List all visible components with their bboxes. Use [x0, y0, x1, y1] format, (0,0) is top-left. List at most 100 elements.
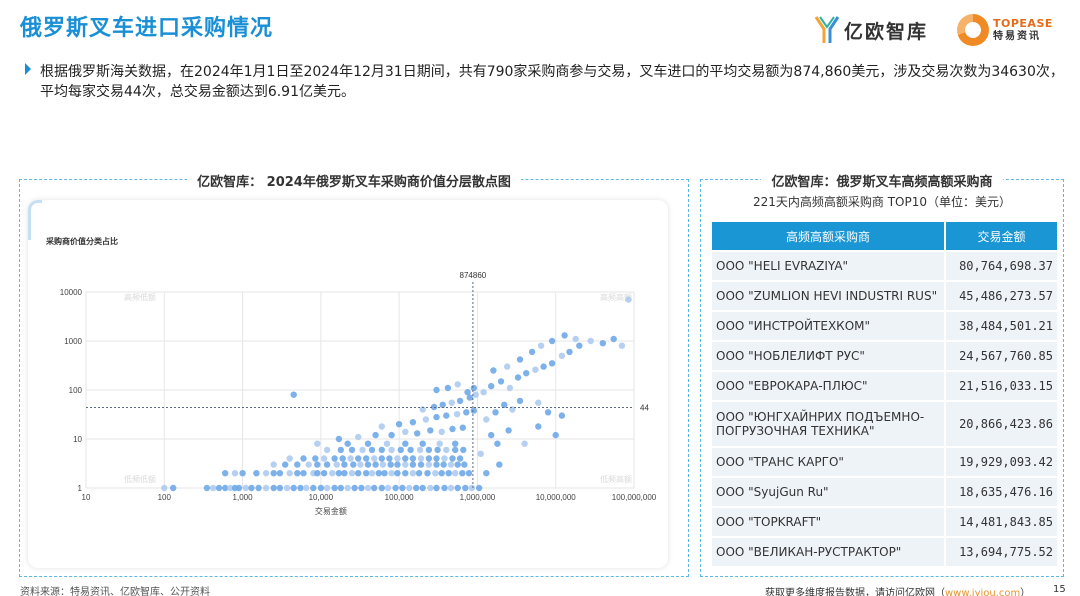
header-buyer: 高频高额采购商 [712, 222, 946, 250]
scatter-point [447, 461, 455, 468]
topease-logo: TOPEASE 特易资讯 [957, 14, 1053, 46]
scatter-point [323, 461, 331, 468]
top-buyers-subtitle: 221天内高频高额采购商 TOP10（单位：美元） [752, 195, 1011, 209]
scatter-point [203, 484, 211, 492]
scatter-point [552, 431, 559, 439]
scatter-point [347, 455, 354, 462]
topease-logo-en: TOPEASE [993, 17, 1053, 31]
scatter-point [460, 446, 467, 454]
scatter-point [270, 484, 277, 492]
scatter-point [383, 440, 391, 447]
scatter-point [222, 470, 229, 477]
scatter-point [468, 484, 476, 492]
scatter-point [270, 461, 277, 468]
scatter-point [425, 461, 433, 468]
scatter-point [368, 446, 376, 454]
scatter-point [470, 384, 477, 392]
quadrant-label-bottom-left: 低频低额 [124, 474, 156, 484]
scatter-point [445, 470, 452, 477]
scatter-point [282, 461, 289, 468]
scatter-point [417, 461, 425, 468]
scatter-point [209, 484, 217, 492]
scatter-point [314, 461, 321, 468]
scatter-point [290, 484, 297, 492]
scatter-point [344, 440, 351, 447]
scatter-point [625, 296, 632, 303]
scatter-point [566, 348, 573, 356]
scatter-point [438, 470, 445, 477]
scatter-point [464, 389, 471, 396]
scatter-point [537, 342, 545, 349]
scatter-point [402, 428, 409, 435]
buyer-amount: 80,764,698.37 [946, 252, 1057, 280]
scatter-point [170, 484, 177, 492]
scatter-point [506, 384, 514, 392]
yiou-logo-text: 亿欧智库 [844, 20, 929, 43]
scatter-point [372, 461, 379, 468]
scatter-point [348, 470, 356, 477]
scatter-point [427, 427, 434, 434]
scatter-point [320, 455, 328, 462]
table-row: OOO "HELI EVRAZIYA" 80,764,698.37 [712, 252, 1057, 280]
scatter-point [528, 348, 536, 356]
scatter-point [341, 461, 348, 468]
scatter-point [402, 461, 409, 468]
scatter-point [406, 484, 413, 492]
scatter-point [303, 484, 310, 492]
scatter-point [388, 470, 395, 477]
scatter-point [443, 412, 450, 419]
buyer-amount: 38,484,501.21 [946, 312, 1057, 340]
scatter-point [384, 484, 392, 492]
scatter-point [394, 461, 401, 468]
scatter-point [576, 342, 583, 349]
scatter-point [558, 352, 566, 359]
scatter-point [454, 381, 461, 388]
scatter-point [477, 450, 484, 457]
scatter-point [317, 484, 325, 492]
scatter-point [364, 484, 372, 492]
scatter-point [419, 440, 426, 447]
scatter-point [587, 337, 594, 345]
scatter-point [443, 446, 450, 454]
buyer-amount: 14,481,843.85 [946, 508, 1057, 536]
scatter-point [433, 413, 440, 421]
scatter-point [409, 419, 417, 426]
table-row: OOO "TOPKRAFT" 14,481,843.85 [712, 508, 1057, 536]
scatter-point [235, 484, 243, 492]
scatter-point [378, 446, 385, 454]
scatter-point [351, 484, 358, 492]
scatter-point [392, 484, 399, 492]
scatter-point [409, 461, 417, 468]
scatter-point [561, 332, 568, 339]
scatter-point [341, 470, 348, 477]
scatter-point [475, 484, 483, 492]
scatter-point [422, 416, 430, 423]
page-number: 15 [1053, 584, 1066, 595]
scatter-point [504, 363, 511, 370]
scatter-point [494, 440, 501, 447]
scatter-point [290, 391, 297, 398]
scatter-point [262, 484, 270, 492]
scatter-point [416, 446, 424, 454]
x-axis-label: 交易金额 [315, 506, 347, 516]
scatter-point [461, 461, 468, 468]
scatter-point [514, 374, 522, 381]
scatter-point [427, 484, 434, 492]
scatter-point [453, 411, 461, 418]
table-row: OOO "ZUMLION HEVI INDUSTRI RUS" 45,486,27… [712, 282, 1057, 310]
scatter-point [433, 455, 440, 462]
scatter-point [558, 412, 566, 419]
scatter-point [286, 455, 293, 462]
scatter-point [329, 470, 336, 477]
footer-link[interactable]: www.iyiou.com [945, 588, 1020, 596]
scatter-point [415, 470, 423, 477]
yiou-mark-icon [814, 15, 840, 45]
scatter-point [335, 470, 343, 477]
scatter-point [386, 455, 393, 462]
scatter-point [368, 470, 376, 477]
scatter-point [483, 416, 490, 423]
page-title: 俄罗斯叉车进口采购情况 [20, 16, 274, 41]
scatter-point [447, 484, 455, 492]
scatter-point [452, 470, 459, 477]
scatter-point [548, 360, 556, 367]
